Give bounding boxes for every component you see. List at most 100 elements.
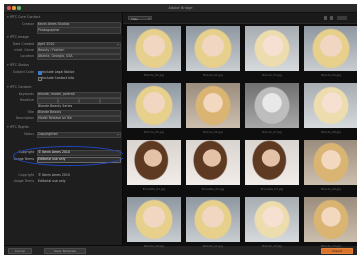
list-view-icon[interactable] <box>329 16 333 20</box>
thumbnail-tile[interactable]: Brunette_02.jpg <box>186 140 240 191</box>
field-value: Model Release on file <box>38 116 72 120</box>
thumbnail-caption: Brunette_02.jpg <box>201 187 225 191</box>
thumbnail-tile[interactable]: Blonde_05.jpg <box>127 83 181 134</box>
import-button[interactable]: Import <box>321 247 353 255</box>
thumbnail-tile[interactable]: Brunette_03.jpg <box>245 140 299 191</box>
thumbnail-image[interactable] <box>245 140 299 185</box>
section-iptc-status[interactable]: ▾IPTC Status <box>7 63 29 67</box>
thumbnail-image[interactable] <box>186 26 240 71</box>
thumbnail-tile[interactable]: Blonde_08.jpg <box>304 83 357 134</box>
thumbnail-image[interactable] <box>127 197 181 242</box>
section-iptc-content[interactable]: ▾IPTC Content <box>7 85 32 89</box>
metadata-panel: ▾IPTC Core Contact Creator Kevin Ames St… <box>4 13 125 255</box>
section-iptc-rights[interactable]: ▾IPTC Rights <box>7 125 29 129</box>
thumbnail-tile[interactable]: Blonde_10.jpg <box>127 197 181 248</box>
segment[interactable] <box>58 97 79 104</box>
field-label: Intell. Genre <box>14 48 34 52</box>
chevron-down-icon: ▾ <box>7 125 9 129</box>
window-title: Adobe Bridge <box>168 5 193 10</box>
thumbnail-tile[interactable]: Blonde_12.jpg <box>245 197 299 248</box>
thumbnail-caption: Blonde_13.jpg <box>321 244 341 248</box>
thumbnail-tile[interactable]: Blonde_06.jpg <box>186 83 240 134</box>
thumbnail-caption: Blonde_08.jpg <box>321 130 341 134</box>
chevron-down-icon: ▾ <box>7 35 9 39</box>
chevron-down-icon: ▾ <box>7 63 9 67</box>
thumbnail-tile[interactable]: Blonde_11.jpg <box>186 197 240 248</box>
browser-toolbar: Tiles <box>123 13 357 24</box>
thumbnail-slider[interactable] <box>337 16 347 20</box>
thumbnail-image[interactable] <box>186 83 240 128</box>
thumbnail-image[interactable] <box>186 140 240 185</box>
thumbnail-image[interactable] <box>245 197 299 242</box>
thumbnail-caption: Blonde_06.jpg <box>203 130 223 134</box>
thumbnail-image[interactable] <box>127 83 181 128</box>
thumbnail-caption: Blonde_12.jpg <box>262 244 282 248</box>
field-value: Atlanta, Georgia, USA <box>38 54 73 58</box>
field-label: Status <box>23 132 34 136</box>
thumbnail-image[interactable] <box>127 140 181 185</box>
thumbnail-caption: Blonde_10.jpg <box>144 244 164 248</box>
chevron-down-icon: ▾ <box>7 85 9 89</box>
segment[interactable] <box>100 97 121 104</box>
section-heading: IPTC Image <box>9 35 29 39</box>
thumbnail-tile[interactable]: Blonde_04.jpg <box>304 26 357 77</box>
thumbnail-tile[interactable]: Blonde_01.jpg <box>127 26 181 77</box>
thumbnail-image[interactable] <box>304 83 357 128</box>
field-value: blonde, model, portrait <box>38 92 75 96</box>
thumbnail-image[interactable] <box>304 197 357 242</box>
thumbnail-tile[interactable]: Blonde_09.jpg <box>304 140 357 191</box>
field-label: Copyright <box>18 173 34 177</box>
highlight-ring <box>13 146 125 166</box>
field-value: Blonde Beauty <box>38 110 62 114</box>
thumbnail-image[interactable] <box>245 83 299 128</box>
section-heading: IPTC Core Contact <box>9 15 41 19</box>
thumbnail-tile[interactable]: Blonde_03.jpg <box>245 26 299 77</box>
thumbnail-image[interactable] <box>186 197 240 242</box>
cancel-button[interactable]: Cancel <box>8 247 32 255</box>
field-value: Editorial use only <box>38 179 66 183</box>
field-label: Date Created <box>12 42 34 46</box>
section-heading: IPTC Rights <box>9 125 29 129</box>
segment[interactable] <box>37 97 58 104</box>
thumbnail-caption: Blonde_07.jpg <box>262 130 282 134</box>
thumbnail-tile[interactable]: Blonde_07.jpg <box>245 83 299 134</box>
field-value: © Kevin Ames 2010 <box>38 173 70 177</box>
thumbnail-image[interactable] <box>127 26 181 71</box>
thumbnail-tile[interactable]: Blonde_02.jpg <box>186 26 240 77</box>
field-label: Description <box>15 116 34 120</box>
field-label: Location <box>20 54 34 58</box>
thumbnail-caption: Blonde_03.jpg <box>262 73 282 77</box>
field-value: Blonde Beauty Series <box>38 104 73 108</box>
headline-segmented-control[interactable] <box>4 97 122 104</box>
grid-view-icon[interactable] <box>323 16 327 20</box>
thumbnail-image[interactable] <box>245 26 299 71</box>
chevron-down-icon: ▾ <box>7 15 9 19</box>
thumbnail-caption: Blonde_05.jpg <box>144 130 164 134</box>
section-iptc-contact[interactable]: ▾IPTC Core Contact <box>7 15 40 19</box>
segment[interactable] <box>79 97 100 104</box>
field-value: Photographer <box>38 27 60 32</box>
field-label: Title <box>27 110 34 114</box>
thumbnail-caption: Brunette_01.jpg <box>142 187 166 191</box>
field-value: Copyrighted <box>38 132 58 136</box>
section-heading: IPTC Content <box>9 85 32 89</box>
field-value: April 2010 <box>38 42 55 46</box>
field-value: Beauty / Fashion <box>38 48 65 52</box>
field-value: Kevin Ames Studios <box>38 22 70 26</box>
thumbnail-caption: Brunette_03.jpg <box>260 187 284 191</box>
save-template-button[interactable]: Save Template <box>44 247 86 255</box>
field-label: Creator <box>22 22 34 26</box>
section-iptc-image[interactable]: ▾IPTC Image <box>7 35 29 39</box>
thumbnail-caption: Blonde_11.jpg <box>203 244 223 248</box>
title-bar: Adobe Bridge <box>4 4 357 13</box>
checkbox-label: Include Contact Info <box>42 76 75 80</box>
view-select[interactable]: Tiles <box>128 15 152 21</box>
thumbnail-tile[interactable]: Blonde_13.jpg <box>304 197 357 248</box>
field-label: Usage Terms <box>13 179 34 183</box>
thumbnail-image[interactable] <box>304 140 357 185</box>
thumbnail-tile[interactable]: Brunette_01.jpg <box>127 140 181 191</box>
thumbnail-caption: Blonde_01.jpg <box>144 73 164 77</box>
thumbnail-image[interactable] <box>304 26 357 71</box>
content-browser: Tiles Blonde_01.jpg Blonde_02.jpg Blonde_0… <box>123 13 357 248</box>
section-heading: IPTC Status <box>9 63 29 67</box>
